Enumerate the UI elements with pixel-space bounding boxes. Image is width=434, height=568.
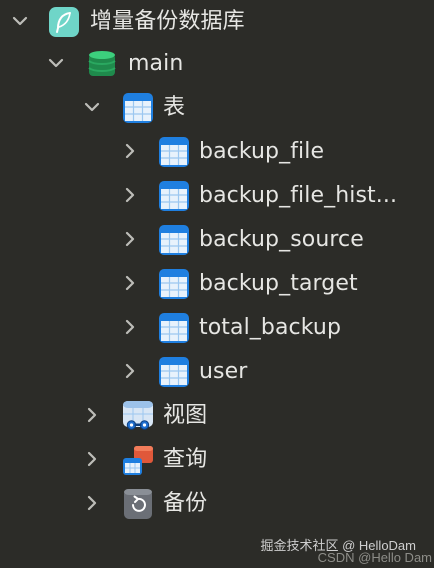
backups-group-label: 备份 [163,491,208,516]
query-icon [122,444,154,476]
table-label: backup_file [199,139,325,164]
feather-app-icon [48,6,80,38]
tree-row-table[interactable]: user [0,350,434,394]
table-icon [158,180,190,212]
watermark: 掘金技术社区 @ HelloDam [260,538,417,553]
tree-row-schema-main[interactable]: main [0,42,434,86]
view-icon [122,400,154,432]
table-icon [158,268,190,300]
chevron-right-icon[interactable] [80,403,104,427]
object-tree: 增量备份数据库 main 表 backup_file backup_file_h… [0,0,434,568]
backup-icon [122,488,154,520]
tree-row-table[interactable]: total_backup [0,306,434,350]
chevron-right-icon[interactable] [118,359,142,383]
tables-group-label: 表 [163,95,186,120]
views-group-label: 视图 [163,403,208,428]
tree-row-tables-group[interactable]: 表 [0,86,434,130]
chevron-down-icon[interactable] [8,9,32,33]
tree-row-table[interactable]: backup_target [0,262,434,306]
table-group-icon [122,92,154,124]
table-icon [158,224,190,256]
table-label: backup_target [199,271,358,296]
chevron-right-icon[interactable] [118,183,142,207]
tree-row-connection[interactable]: 增量备份数据库 [0,0,434,44]
tree-row-backups-group[interactable]: 备份 [0,482,434,526]
tree-row-queries-group[interactable]: 查询 [0,438,434,482]
tree-row-table[interactable]: backup_file_hist... [0,174,434,218]
table-icon [158,356,190,388]
table-icon [158,312,190,344]
chevron-right-icon[interactable] [80,491,104,515]
table-label: total_backup [199,315,342,340]
chevron-down-icon[interactable] [80,95,104,119]
table-label: user [199,359,248,384]
table-label: backup_file_hist... [199,183,398,208]
database-icon [86,48,118,80]
queries-group-label: 查询 [163,447,208,472]
chevron-right-icon[interactable] [80,447,104,471]
chevron-down-icon[interactable] [44,51,68,75]
chevron-right-icon[interactable] [118,315,142,339]
chevron-right-icon[interactable] [118,271,142,295]
tree-row-table[interactable]: backup_source [0,218,434,262]
table-label: backup_source [199,227,364,252]
table-icon [158,136,190,168]
chevron-right-icon[interactable] [118,139,142,163]
connection-label: 增量备份数据库 [90,9,245,34]
tree-row-table[interactable]: backup_file [0,130,434,174]
schema-label: main [128,51,184,76]
tree-row-views-group[interactable]: 视图 [0,394,434,438]
chevron-right-icon[interactable] [118,227,142,251]
